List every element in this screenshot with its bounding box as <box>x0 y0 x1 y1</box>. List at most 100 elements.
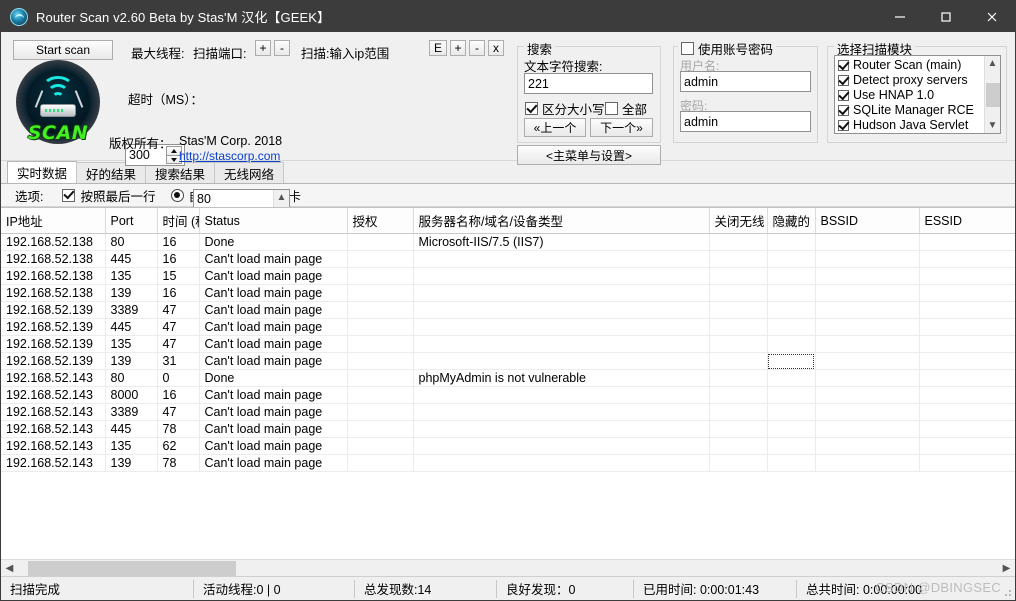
cell-status[interactable]: Can't load main page <box>199 335 348 353</box>
list-item[interactable]: Hudson Java Servlet <box>835 118 983 133</box>
cell-ip[interactable]: 192.168.52.138 <box>1 250 106 268</box>
cell-server[interactable]: Microsoft-IIS/7.5 (IIS7) <box>413 233 710 251</box>
cell-time[interactable]: 16 <box>157 233 200 251</box>
ip-remove-button[interactable]: - <box>469 40 485 56</box>
maximize-icon[interactable] <box>923 1 969 32</box>
minimize-icon[interactable] <box>877 1 923 32</box>
cell-ip[interactable]: 192.168.52.143 <box>1 386 106 404</box>
cell-essid[interactable] <box>919 267 1015 285</box>
cell-bssid[interactable] <box>815 335 920 353</box>
checkbox-icon[interactable] <box>838 90 849 101</box>
cell-auth[interactable] <box>347 403 414 421</box>
cell-status[interactable]: Can't load main page <box>199 301 348 319</box>
cell-essid[interactable] <box>919 437 1015 455</box>
search-all-checkbox[interactable]: 全部 <box>605 99 647 118</box>
table-row[interactable]: 192.168.52.139 445 47 Can't load main page <box>1 318 1015 336</box>
cell-ip[interactable]: 192.168.52.139 <box>1 352 106 370</box>
cell-essid[interactable] <box>919 301 1015 319</box>
cell-bssid[interactable] <box>815 250 920 268</box>
cell-hidden[interactable] <box>767 386 816 404</box>
table-row[interactable]: 192.168.52.143 3389 47 Can't load main page <box>1 403 1015 421</box>
table-row[interactable]: 192.168.52.143 445 78 Can't load main page <box>1 420 1015 438</box>
column-header-server[interactable]: 服务器名称/域名/设备类型 <box>413 208 710 234</box>
table-horizontal-scrollbar[interactable]: ◀ ▶ <box>1 559 1015 576</box>
cell-server[interactable] <box>413 284 710 302</box>
column-header-auth[interactable]: 授权 <box>347 208 414 234</box>
cell-status[interactable]: Can't load main page <box>199 403 348 421</box>
cell-port[interactable]: 445 <box>105 250 158 268</box>
cell-status[interactable]: Can't load main page <box>199 250 348 268</box>
cell-port[interactable]: 3389 <box>105 403 158 421</box>
column-header-hidden[interactable]: 隐藏的 <box>767 208 816 234</box>
cell-hidden[interactable] <box>767 250 816 268</box>
cell-hidden[interactable] <box>767 267 816 285</box>
cell-port[interactable]: 139 <box>105 454 158 472</box>
add-port-button[interactable]: + <box>255 40 271 56</box>
checkbox-icon[interactable] <box>605 102 618 115</box>
cell-time[interactable]: 31 <box>157 352 200 370</box>
cell-bssid[interactable] <box>815 369 920 387</box>
cell-auth[interactable] <box>347 386 414 404</box>
cell-wifi-off[interactable] <box>709 454 768 472</box>
cell-bssid[interactable] <box>815 233 920 251</box>
cell-auth[interactable] <box>347 369 414 387</box>
cell-wifi-off[interactable] <box>709 437 768 455</box>
list-item[interactable]: Router Scan (main) <box>835 58 983 73</box>
cell-auth[interactable] <box>347 267 414 285</box>
cell-ip[interactable]: 192.168.52.139 <box>1 318 106 336</box>
cell-bssid[interactable] <box>815 318 920 336</box>
cell-hidden[interactable] <box>767 420 816 438</box>
cell-hidden[interactable] <box>767 369 816 387</box>
cell-hidden[interactable] <box>767 318 816 336</box>
table-row[interactable]: 192.168.52.139 139 31 Can't load main page <box>1 352 1015 370</box>
cell-essid[interactable] <box>919 250 1015 268</box>
cell-port[interactable]: 3389 <box>105 301 158 319</box>
scroll-up-icon[interactable]: ▲ <box>274 190 290 205</box>
table-row[interactable]: 192.168.52.138 445 16 Can't load main page <box>1 250 1015 268</box>
column-header-wifi-off[interactable]: 关闭无线 <box>709 208 768 234</box>
scroll-down-icon[interactable]: ▼ <box>985 118 1001 133</box>
cell-bssid[interactable] <box>815 420 920 438</box>
cell-port[interactable]: 80 <box>105 369 158 387</box>
cell-wifi-off[interactable] <box>709 369 768 387</box>
cell-essid[interactable] <box>919 420 1015 438</box>
cell-server[interactable] <box>413 301 710 319</box>
cell-ip[interactable]: 192.168.52.143 <box>1 420 106 438</box>
column-header-status[interactable]: Status <box>199 208 348 234</box>
cell-time[interactable]: 47 <box>157 403 200 421</box>
cell-essid[interactable] <box>919 318 1015 336</box>
cell-ip[interactable]: 192.168.52.143 <box>1 437 106 455</box>
cell-auth[interactable] <box>347 454 414 472</box>
cell-time[interactable]: 47 <box>157 318 200 336</box>
modules-scroll-thumb[interactable] <box>985 83 1000 107</box>
main-menu-settings-button[interactable]: <主菜单与设置> <box>517 145 661 165</box>
checkbox-icon[interactable] <box>838 60 849 71</box>
cell-server[interactable] <box>413 352 710 370</box>
cell-ip[interactable]: 192.168.52.138 <box>1 233 106 251</box>
cell-ip[interactable]: 192.168.52.143 <box>1 454 106 472</box>
cell-status[interactable]: Can't load main page <box>199 420 348 438</box>
column-header-ip[interactable]: IP地址 <box>1 208 106 234</box>
search-prev-button[interactable]: «上一个 <box>524 118 586 137</box>
table-row[interactable]: 192.168.52.139 3389 47 Can't load main page <box>1 301 1015 319</box>
column-header-essid[interactable]: ESSID <box>919 208 1015 234</box>
cell-auth[interactable] <box>347 335 414 353</box>
column-header-time[interactable]: 时间 (秒) <box>157 208 200 234</box>
cell-auth[interactable] <box>347 318 414 336</box>
cell-hidden[interactable] <box>767 352 816 370</box>
cell-ip[interactable]: 192.168.52.139 <box>1 301 106 319</box>
cell-auth[interactable] <box>347 250 414 268</box>
cell-wifi-off[interactable] <box>709 318 768 336</box>
cell-port[interactable]: 445 <box>105 420 158 438</box>
ip-edit-button[interactable]: E <box>429 40 447 56</box>
cell-wifi-off[interactable] <box>709 284 768 302</box>
cell-port[interactable]: 139 <box>105 352 158 370</box>
remove-port-button[interactable]: - <box>274 40 290 56</box>
cell-server[interactable] <box>413 318 710 336</box>
cell-status[interactable]: Can't load main page <box>199 318 348 336</box>
cell-auth[interactable] <box>347 284 414 302</box>
cell-port[interactable]: 80 <box>105 233 158 251</box>
search-next-button[interactable]: 下一个» <box>590 118 653 137</box>
cell-status[interactable]: Can't load main page <box>199 437 348 455</box>
cell-time[interactable]: 78 <box>157 420 200 438</box>
